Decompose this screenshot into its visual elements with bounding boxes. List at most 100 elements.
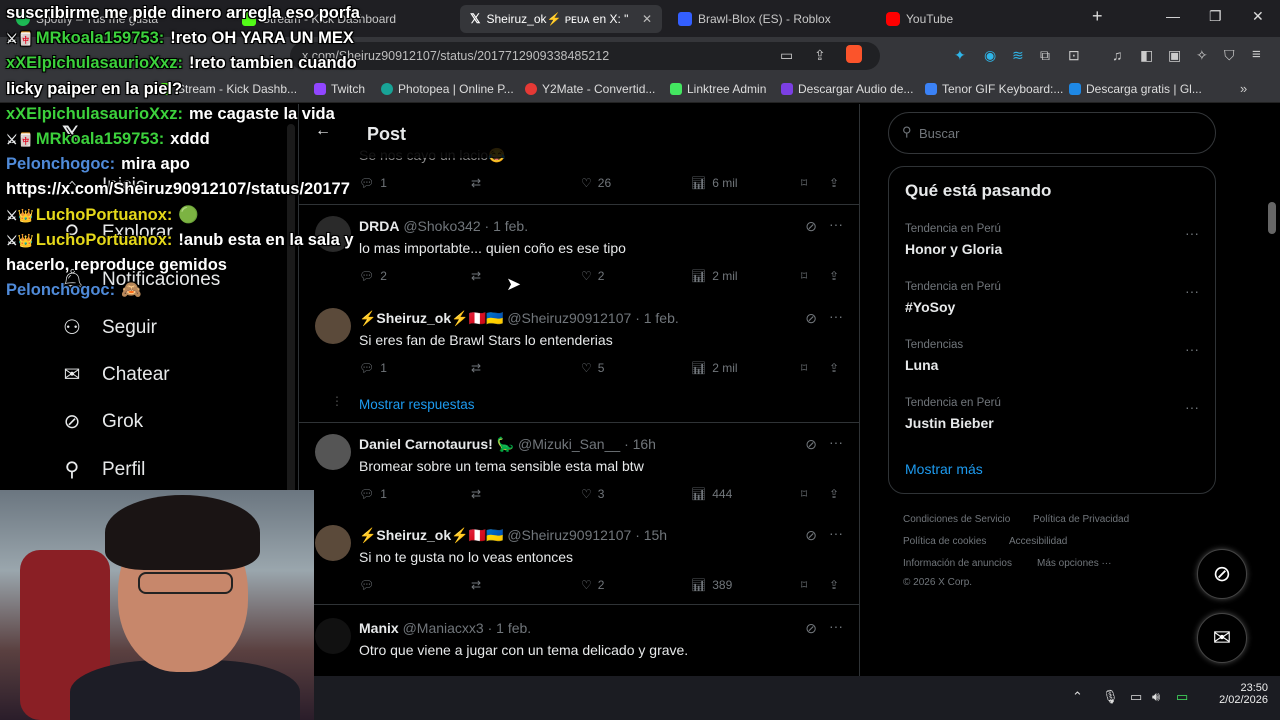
footer-link[interactable]: Información de anuncios <box>903 558 1012 569</box>
tweet-time[interactable]: · 16h <box>624 436 656 452</box>
more-icon[interactable]: ··· <box>1185 341 1199 357</box>
extension-icon[interactable]: ✦ <box>954 47 966 64</box>
close-icon[interactable]: ✕ <box>642 12 652 26</box>
menu-icon[interactable]: ≡ <box>1252 46 1261 63</box>
puzzle-icon[interactable]: ⧉ <box>1040 47 1050 64</box>
avatar[interactable] <box>315 525 351 561</box>
bookmark-button[interactable]: ⌑ <box>801 269 807 283</box>
share-button[interactable]: ⇪ <box>829 269 839 283</box>
leo-icon[interactable]: ✧ <box>1196 47 1208 64</box>
chevron-right-icon[interactable]: » <box>1240 81 1247 96</box>
author-handle[interactable]: @Sheiruz90912107 <box>507 527 631 543</box>
author-name[interactable]: Manix <box>359 620 399 636</box>
repost-button[interactable]: ⇄ <box>471 176 481 190</box>
show-more-link[interactable]: Mostrar más <box>905 461 983 477</box>
grok-icon[interactable]: ⊘ <box>805 310 817 327</box>
author-name[interactable]: ⚡Sheiruz_ok⚡🇵🇪🇺🇦 <box>359 527 503 543</box>
author-handle[interactable]: @Maniacxx3 <box>403 620 484 636</box>
repost-button[interactable]: ⇄ <box>471 578 481 592</box>
wallet-icon[interactable]: ▣ <box>1168 47 1181 64</box>
reply-button[interactable]: 💬︎ 1 <box>359 487 387 501</box>
brave-shield-icon[interactable] <box>846 45 862 63</box>
more-icon[interactable]: ··· <box>1185 399 1199 415</box>
reply-button[interactable]: 💬︎ 1 <box>359 361 387 375</box>
bookmark-item[interactable]: Descargar Audio de... <box>781 82 913 96</box>
tweet-time[interactable]: · 15h <box>635 527 667 543</box>
grok-icon[interactable]: ⊘ <box>805 620 817 637</box>
avatar[interactable] <box>315 618 351 654</box>
volume-icon[interactable]: 🔊︎ <box>1152 689 1160 705</box>
nav-profile[interactable]: ⚲ Perfil <box>60 458 146 482</box>
grok-icon[interactable]: ⊘ <box>805 436 817 453</box>
author-name[interactable]: ⚡Sheiruz_ok⚡🇵🇪🇺🇦 <box>359 310 503 326</box>
more-icon[interactable]: ··· <box>1185 225 1199 241</box>
share-icon[interactable]: ⇪ <box>814 47 826 64</box>
messages-button[interactable]: ✉ <box>1197 613 1247 663</box>
battery-icon[interactable]: ▭ <box>1176 689 1188 705</box>
grok-icon[interactable]: ⊘ <box>805 527 817 544</box>
show-replies-link[interactable]: Mostrar respuestas <box>359 397 475 412</box>
nav-grok[interactable]: ⊘ Grok <box>60 410 144 434</box>
bookmark-item[interactable]: Descarga gratis | Gl... <box>1069 82 1202 96</box>
share-button[interactable]: ⇪ <box>829 361 839 375</box>
footer-link[interactable]: Condiciones de Servicio <box>903 514 1010 525</box>
repost-button[interactable]: ⇄ <box>471 487 481 501</box>
more-icon[interactable]: ··· <box>829 308 843 324</box>
author-handle[interactable]: @Sheiruz90912107 <box>507 310 631 326</box>
tab-x-post[interactable]: 𝕏 Sheiruz_ok⚡ ᴘᴇᴜᴀ en X: " ✕ <box>460 5 662 33</box>
like-button[interactable]: ♡ 2 <box>581 578 604 592</box>
footer-link[interactable]: Más opciones ··· <box>1037 558 1111 569</box>
nav-follow[interactable]: ⚇ Seguir <box>60 316 157 340</box>
author-name[interactable]: Daniel Carnotaurus! 🦕 <box>359 436 514 452</box>
bookmark-item[interactable]: Y2Mate - Convertid... <box>525 82 655 96</box>
more-icon[interactable]: ··· <box>829 618 843 634</box>
repost-button[interactable]: ⇄ <box>471 269 481 283</box>
footer-link[interactable]: Política de cookies <box>903 536 986 547</box>
tab-roblox[interactable]: Brawl-Blox (ES) - Roblox <box>668 5 868 33</box>
bookmark-item[interactable]: Twitch <box>314 82 365 96</box>
bookmark-button[interactable]: ⌑ <box>801 176 807 190</box>
grok-button[interactable]: ⊘ <box>1197 549 1247 599</box>
bookmark-button[interactable]: ⌑ <box>801 578 807 592</box>
views-button[interactable]: 📊︎ 444 <box>691 487 732 501</box>
like-button[interactable]: ♡ 3 <box>581 487 604 501</box>
share-button[interactable]: ⇪ <box>829 176 839 190</box>
screenshot-icon[interactable]: ⊡ <box>1068 47 1080 64</box>
reply-button[interactable]: 💬︎ 1 <box>359 176 387 190</box>
views-button[interactable]: 📊︎ 2 mil <box>691 361 738 375</box>
extension-icon[interactable]: ◉ <box>984 47 996 64</box>
bookmark-button[interactable]: ⌑ <box>801 487 807 501</box>
share-button[interactable]: ⇪ <box>829 487 839 501</box>
views-button[interactable]: 📊︎ 389 <box>691 578 732 592</box>
repost-button[interactable]: ⇄ <box>471 361 481 375</box>
tweet-time[interactable]: · 1 feb. <box>485 218 529 234</box>
maximize-button[interactable]: ❐ <box>1209 8 1222 25</box>
tweet-time[interactable]: · 1 feb. <box>635 310 679 326</box>
monitor-icon[interactable]: ▭ <box>1130 689 1142 705</box>
views-button[interactable]: 📊︎ 6 mil <box>691 176 738 190</box>
reply-button[interactable]: 💬︎ <box>359 578 380 592</box>
author-handle[interactable]: @Shoko342 <box>403 218 480 234</box>
install-icon[interactable]: ▭ <box>780 47 793 64</box>
chevron-up-icon[interactable]: ⌃ <box>1072 689 1083 705</box>
new-tab-button[interactable]: + <box>1092 6 1103 27</box>
avatar[interactable] <box>315 434 351 470</box>
like-button[interactable]: ♡ 2 <box>581 269 604 283</box>
extension-icon[interactable]: ≋ <box>1012 47 1024 64</box>
author-name[interactable]: DRDA <box>359 218 399 234</box>
reply-button[interactable]: 💬︎ 2 <box>359 269 387 283</box>
author-handle[interactable]: @Mizuki_San__ <box>518 436 620 452</box>
more-icon[interactable]: ··· <box>829 525 843 541</box>
page-scrollbar[interactable] <box>1268 202 1276 234</box>
tab-youtube[interactable]: YouTube <box>876 5 1076 33</box>
back-arrow-icon[interactable]: ← <box>315 122 331 140</box>
nav-chat[interactable]: ✉ Chatear <box>60 363 170 387</box>
bookmark-item[interactable]: Tenor GIF Keyboard:... <box>925 82 1063 96</box>
more-icon[interactable]: ··· <box>829 434 843 450</box>
more-icon[interactable]: ··· <box>1185 283 1199 299</box>
sidebar-toggle-icon[interactable]: ◧ <box>1140 47 1153 64</box>
bookmark-item[interactable]: Photopea | Online P... <box>381 82 514 96</box>
bookmark-button[interactable]: ⌑ <box>801 361 807 375</box>
footer-link[interactable]: Accesibilidad <box>1009 536 1067 547</box>
more-icon[interactable]: ··· <box>829 216 843 232</box>
